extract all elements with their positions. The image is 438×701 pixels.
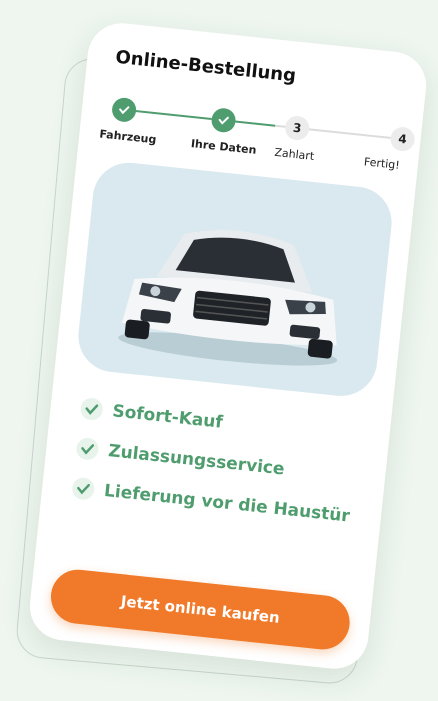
step-connector-3: [307, 128, 391, 139]
step-4-number: 4: [389, 125, 416, 153]
page-title: Online-Bestellung: [114, 46, 297, 87]
check-icon: [79, 397, 104, 422]
car-illustration-icon: [118, 230, 338, 366]
step-2-label: Ihre Daten: [190, 137, 258, 157]
check-icon: [71, 476, 96, 501]
feature-item: Zulassungsservice: [75, 436, 355, 488]
car-image: [74, 159, 396, 400]
feature-item: Lieferung vor die Haustür: [71, 476, 351, 528]
feature-list: Sofort-Kauf Zulassungsservice Lieferung …: [69, 397, 359, 545]
feature-item: Sofort-Kauf: [79, 397, 360, 448]
step-3-label: Zahlart: [273, 145, 315, 163]
check-icon: [75, 436, 100, 461]
feature-label: Zulassungsservice: [107, 441, 286, 480]
step-2-check-icon: [210, 107, 237, 134]
order-card: Online-Bestellung 3 4 Fahrzeug Ihre Date…: [26, 19, 430, 673]
step-connector-1: [124, 108, 212, 121]
step-1-label: Fahrzeug: [98, 127, 157, 147]
step-4-label: Fertig!: [363, 155, 401, 172]
buy-online-button[interactable]: Jetzt online kaufen: [48, 567, 353, 653]
step-3-number: 3: [283, 114, 311, 142]
feature-label: Sofort-Kauf: [111, 401, 224, 433]
step-1-check-icon: [110, 96, 138, 124]
feature-label: Lieferung vor die Haustür: [103, 480, 351, 527]
